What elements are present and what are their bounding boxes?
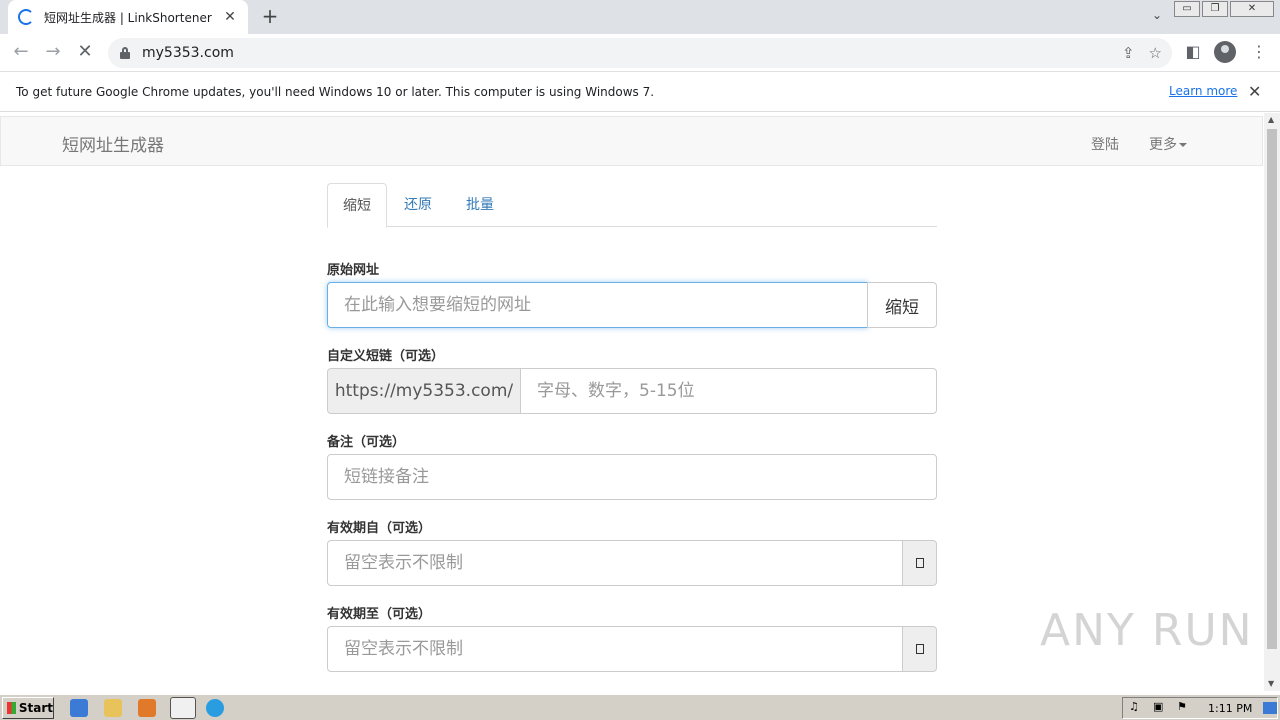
restore-button[interactable]: ❐: [1202, 1, 1228, 17]
note-label: 备注（可选）: [327, 435, 406, 450]
chrome-taskbar-icon[interactable]: [170, 697, 196, 719]
share-icon[interactable]: ⇪: [1122, 44, 1135, 62]
shorten-button[interactable]: 缩短: [867, 282, 937, 328]
infobar-close-icon[interactable]: ✕: [1248, 82, 1261, 101]
show-desktop-icon[interactable]: [1263, 702, 1277, 714]
windows-flag-icon: [7, 702, 16, 714]
scroll-down-icon[interactable]: ▼: [1268, 679, 1274, 688]
window-controls: ▭ ❐ ✕: [1172, 1, 1274, 17]
scrollbar-thumb[interactable]: [1267, 129, 1277, 649]
start-label: Start: [18, 701, 53, 715]
update-infobar: To get future Google Chrome updates, you…: [0, 72, 1280, 112]
nav-more-label: 更多: [1149, 137, 1177, 153]
network-icon[interactable]: ▣: [1153, 700, 1163, 713]
ie-icon[interactable]: [70, 699, 88, 717]
site-navbar: 短网址生成器 登陆 更多: [0, 116, 1263, 166]
learn-more-link[interactable]: Learn more: [1169, 84, 1237, 98]
caret-down-icon: [1179, 143, 1187, 147]
tab-restore[interactable]: 还原: [389, 183, 447, 227]
edge-icon[interactable]: [206, 699, 224, 717]
tab-search-icon[interactable]: ⌄: [1152, 8, 1162, 22]
nav-more-dropdown[interactable]: 更多: [1149, 134, 1187, 154]
note-field[interactable]: [327, 454, 937, 500]
loading-spinner-icon: [18, 9, 34, 25]
window-close-button[interactable]: ✕: [1230, 1, 1274, 17]
tab-strip: 短网址生成器 | LinkShortener ✕ + ⌄ ▭ ❐ ✕: [0, 0, 1280, 34]
menu-kebab-icon[interactable]: ⋮: [1248, 42, 1270, 61]
note-input[interactable]: [328, 455, 936, 499]
original-url-input[interactable]: [328, 283, 867, 327]
custom-link-label: 自定义短链（可选）: [327, 349, 445, 364]
valid-from-calendar-button[interactable]: [902, 540, 937, 586]
tab-batch[interactable]: 批量: [451, 183, 509, 227]
address-bar[interactable]: my5353.com ⇪ ☆: [108, 38, 1172, 68]
browser-toolbar: ← → ✕ my5353.com ⇪ ☆: [0, 34, 1280, 72]
action-center-flag-icon[interactable]: ⚑: [1177, 700, 1187, 713]
mode-tabs: 缩短 还原 批量: [327, 183, 937, 228]
volume-icon[interactable]: ♫: [1129, 700, 1139, 713]
lock-icon[interactable]: [120, 47, 130, 59]
taskbar-clock: 1:11 PM: [1208, 702, 1253, 715]
forward-icon[interactable]: →: [42, 42, 64, 64]
tab-shorten[interactable]: 缩短: [327, 183, 387, 228]
bookmark-star-icon[interactable]: ☆: [1149, 44, 1162, 62]
page-scrollbar[interactable]: ▲ ▼: [1264, 113, 1280, 691]
valid-to-calendar-button[interactable]: [902, 626, 937, 672]
valid-to-label: 有效期至（可选）: [327, 607, 432, 622]
profile-avatar-icon[interactable]: [1214, 41, 1236, 63]
tab-title: 短网址生成器 | LinkShortener: [44, 10, 212, 25]
windows-taskbar: Start ♫ ▣ ⚑ 1:11 PM: [0, 694, 1280, 720]
original-url-label: 原始网址: [327, 263, 380, 278]
new-tab-button[interactable]: +: [258, 5, 282, 29]
shortener-form: 缩短 还原 批量 原始网址 缩短 自定义短链（可选） https://my535…: [327, 183, 937, 672]
valid-to-field[interactable]: [327, 626, 903, 672]
start-button[interactable]: Start: [2, 697, 54, 719]
minimize-button[interactable]: ▭: [1174, 1, 1200, 17]
valid-from-field[interactable]: [327, 540, 903, 586]
url-text[interactable]: my5353.com: [142, 45, 234, 61]
valid-from-label: 有效期自（可选）: [327, 521, 432, 536]
tab-close-icon[interactable]: ✕: [222, 9, 238, 25]
system-tray: ♫ ▣ ⚑: [1122, 697, 1278, 719]
infobar-message: To get future Google Chrome updates, you…: [16, 84, 655, 99]
browser-tab[interactable]: 短网址生成器 | LinkShortener ✕: [8, 0, 248, 34]
custom-url-prefix: https://my5353.com/: [327, 368, 521, 414]
stop-loading-icon[interactable]: ✕: [74, 42, 96, 64]
anyrun-watermark: ANY RUN: [1040, 605, 1254, 656]
media-player-icon[interactable]: [138, 699, 156, 717]
site-brand[interactable]: 短网址生成器: [62, 131, 164, 156]
side-panel-icon[interactable]: ◧: [1182, 42, 1204, 61]
valid-to-input[interactable]: [328, 627, 902, 671]
calendar-icon: [915, 558, 924, 568]
custom-link-field[interactable]: [520, 368, 937, 414]
nav-login-link[interactable]: 登陆: [1091, 134, 1119, 154]
calendar-icon: [915, 644, 924, 654]
valid-from-input[interactable]: [328, 541, 902, 585]
original-url-field[interactable]: [327, 282, 868, 328]
explorer-folder-icon[interactable]: [104, 699, 122, 717]
scroll-up-icon[interactable]: ▲: [1268, 115, 1274, 124]
custom-link-input[interactable]: [521, 369, 936, 413]
back-icon[interactable]: ←: [10, 42, 32, 64]
